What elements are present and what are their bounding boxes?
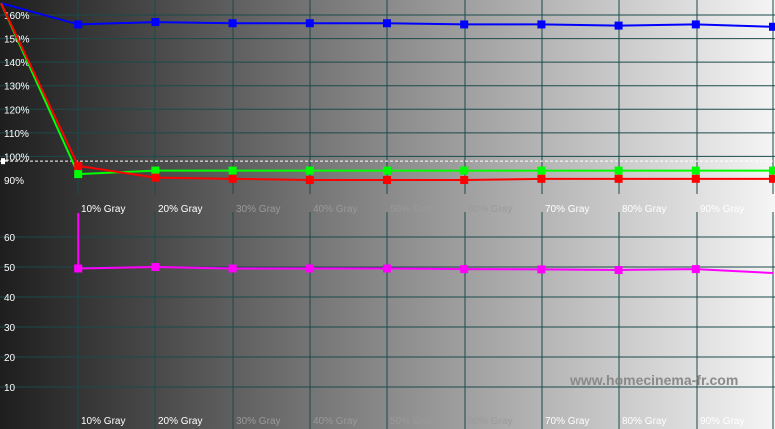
x-tick-label: 80% Gray <box>622 416 666 427</box>
data-point <box>614 21 623 30</box>
data-point <box>151 263 160 271</box>
gray-scale-chart: 90%100%110%120%130%140%150%160%10% Gray 2… <box>0 0 775 429</box>
y-tick-label: 30 <box>4 323 16 334</box>
data-point <box>383 166 391 175</box>
data-point <box>305 264 314 273</box>
data-point <box>537 174 546 183</box>
y-tick-label: 100% <box>4 152 30 163</box>
x-tick-label: 30% Gray <box>236 204 280 215</box>
watermark: www.homecinema-fr.com <box>569 372 738 388</box>
data-point <box>228 166 237 175</box>
x-tick-label: 90% Gray <box>700 416 744 427</box>
x-tick-label: 30% Gray <box>236 416 280 427</box>
x-tick-label: 60% Gray <box>468 204 512 215</box>
x-tick-label: 60% Gray <box>468 416 512 427</box>
data-point <box>537 265 546 274</box>
data-point <box>305 176 314 184</box>
data-point <box>305 19 314 28</box>
y-tick-label: 130% <box>4 82 30 93</box>
y-tick-label: 20 <box>4 353 16 364</box>
y-tick-label: 120% <box>4 105 30 116</box>
data-point <box>383 19 391 28</box>
data-point <box>305 166 314 175</box>
data-point <box>74 161 83 170</box>
data-point <box>460 166 469 175</box>
data-point <box>691 265 700 274</box>
data-point <box>614 166 623 175</box>
y-tick-label: 40 <box>4 293 16 304</box>
x-tick-label: 20% Gray <box>158 416 202 427</box>
x-tick-label: 50% Gray <box>390 204 434 215</box>
data-point <box>151 166 160 175</box>
data-point <box>460 20 469 29</box>
data-point <box>691 174 700 183</box>
data-point <box>769 166 775 175</box>
x-tick-label: 40% Gray <box>313 416 357 427</box>
reference-marker <box>1 158 5 165</box>
x-tick-label: 20% Gray <box>158 204 202 215</box>
data-point <box>228 19 237 28</box>
data-point <box>228 264 237 273</box>
x-tick-label: 50% Gray <box>390 416 434 427</box>
y-tick-label: 110% <box>4 129 29 140</box>
x-tick-label: 40% Gray <box>313 204 357 215</box>
data-point <box>74 20 83 29</box>
y-tick-label: 50 <box>4 263 16 274</box>
data-point <box>460 265 469 274</box>
x-tick-label: 90% Gray <box>700 204 744 215</box>
data-point <box>614 266 623 274</box>
x-tick-label: 10% Gray <box>81 204 125 215</box>
x-tick-label: 80% Gray <box>622 204 666 215</box>
y-tick-label: 10 <box>4 383 16 394</box>
y-tick-label: 90% <box>4 176 24 187</box>
data-point <box>74 170 83 179</box>
data-point <box>769 22 775 31</box>
x-tick-label: 70% Gray <box>545 204 589 215</box>
data-point <box>460 176 469 184</box>
data-point <box>537 20 546 29</box>
data-point <box>691 166 700 175</box>
data-point <box>537 166 546 175</box>
data-point <box>151 173 160 182</box>
y-tick-label: 60 <box>4 233 16 244</box>
data-point <box>151 18 160 27</box>
data-point <box>691 20 700 29</box>
data-point <box>383 176 391 184</box>
data-point <box>614 174 623 183</box>
x-tick-label: 70% Gray <box>545 416 589 427</box>
data-point <box>74 264 83 273</box>
data-point <box>228 174 237 183</box>
data-point <box>383 264 391 273</box>
x-tick-label: 10% Gray <box>81 416 125 427</box>
data-point <box>769 174 775 183</box>
